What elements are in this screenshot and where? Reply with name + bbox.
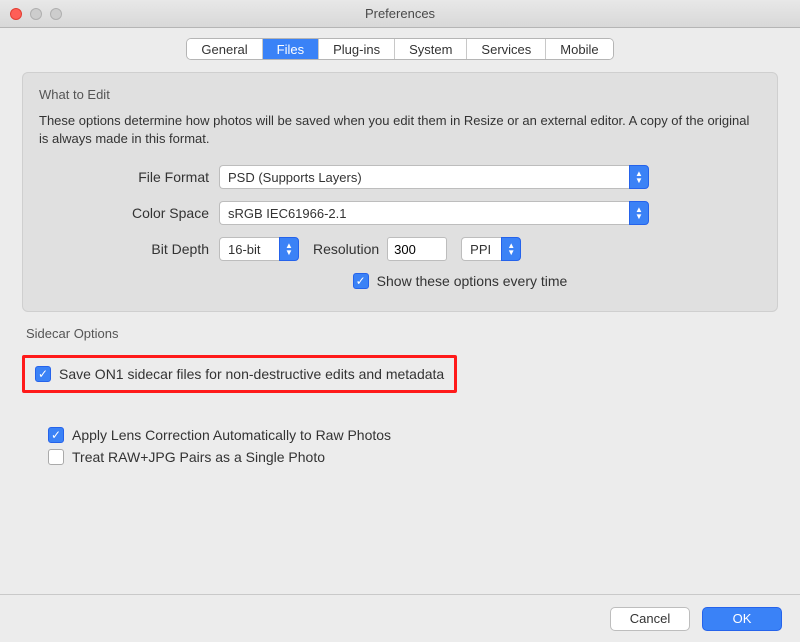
check-icon: ✓ <box>38 368 48 380</box>
bit-depth-select[interactable]: 16-bit ▲▼ <box>219 237 299 261</box>
resolution-unit-select[interactable]: PPI ▲▼ <box>461 237 521 261</box>
show-options-checkbox[interactable]: ✓ <box>353 273 369 289</box>
show-options-row: ✓ Show these options every time <box>159 273 761 295</box>
check-icon: ✓ <box>51 429 61 441</box>
tabbar: General Files Plug-ins System Services M… <box>0 38 800 60</box>
treat-raw-jpg-label: Treat RAW+JPG Pairs as a Single Photo <box>72 449 325 465</box>
file-format-select[interactable]: PSD (Supports Layers) ▲▼ <box>219 165 649 189</box>
save-sidecar-checkbox[interactable]: ✓ <box>35 366 51 382</box>
bit-depth-value: 16-bit <box>219 237 279 261</box>
what-to-edit-group: What to Edit These options determine how… <box>22 72 778 312</box>
ok-button[interactable]: OK <box>702 607 782 631</box>
what-to-edit-description: These options determine how photos will … <box>39 112 761 147</box>
save-sidecar-label: Save ON1 sidecar files for non-destructi… <box>59 366 444 382</box>
tab-system[interactable]: System <box>395 39 467 59</box>
color-space-select[interactable]: sRGB IEC61966-2.1 ▲▼ <box>219 201 649 225</box>
highlighted-option: ✓ Save ON1 sidecar files for non-destruc… <box>22 355 457 393</box>
check-icon: ✓ <box>356 275 366 287</box>
treat-raw-jpg-row: Treat RAW+JPG Pairs as a Single Photo <box>48 449 778 465</box>
show-options-label: Show these options every time <box>377 273 568 289</box>
color-space-label: Color Space <box>39 205 219 221</box>
sidecar-options-title: Sidecar Options <box>22 326 778 341</box>
what-to-edit-title: What to Edit <box>39 87 761 102</box>
chevron-updown-icon: ▲▼ <box>629 165 649 189</box>
dialog-footer: Cancel OK <box>0 594 800 642</box>
save-sidecar-row: ✓ Save ON1 sidecar files for non-destruc… <box>35 366 444 382</box>
color-space-row: Color Space sRGB IEC61966-2.1 ▲▼ <box>39 201 761 225</box>
bit-depth-row: Bit Depth 16-bit ▲▼ Resolution PPI ▲▼ <box>39 237 761 261</box>
resolution-label: Resolution <box>313 241 379 257</box>
tabs-segmented: General Files Plug-ins System Services M… <box>186 38 613 60</box>
tab-mobile[interactable]: Mobile <box>546 39 612 59</box>
tab-plug-ins[interactable]: Plug-ins <box>319 39 395 59</box>
file-format-row: File Format PSD (Supports Layers) ▲▼ <box>39 165 761 189</box>
chevron-updown-icon: ▲▼ <box>629 201 649 225</box>
file-format-label: File Format <box>39 169 219 185</box>
tab-services[interactable]: Services <box>467 39 546 59</box>
tab-files[interactable]: Files <box>263 39 319 59</box>
file-format-value: PSD (Supports Layers) <box>219 165 629 189</box>
show-options-checkbox-row: ✓ Show these options every time <box>353 273 568 289</box>
window-title: Preferences <box>0 6 800 21</box>
additional-options: ✓ Apply Lens Correction Automatically to… <box>22 427 778 465</box>
content-area: What to Edit These options determine how… <box>0 72 800 465</box>
color-space-value: sRGB IEC61966-2.1 <box>219 201 629 225</box>
chevron-updown-icon: ▲▼ <box>501 237 521 261</box>
cancel-button[interactable]: Cancel <box>610 607 690 631</box>
titlebar: Preferences <box>0 0 800 28</box>
resolution-input[interactable] <box>387 237 447 261</box>
lens-correction-label: Apply Lens Correction Automatically to R… <box>72 427 391 443</box>
chevron-updown-icon: ▲▼ <box>279 237 299 261</box>
lens-correction-row: ✓ Apply Lens Correction Automatically to… <box>48 427 778 443</box>
bit-depth-label: Bit Depth <box>39 241 219 257</box>
tab-general[interactable]: General <box>187 39 262 59</box>
lens-correction-checkbox[interactable]: ✓ <box>48 427 64 443</box>
resolution-unit-value: PPI <box>461 237 501 261</box>
treat-raw-jpg-checkbox[interactable] <box>48 449 64 465</box>
